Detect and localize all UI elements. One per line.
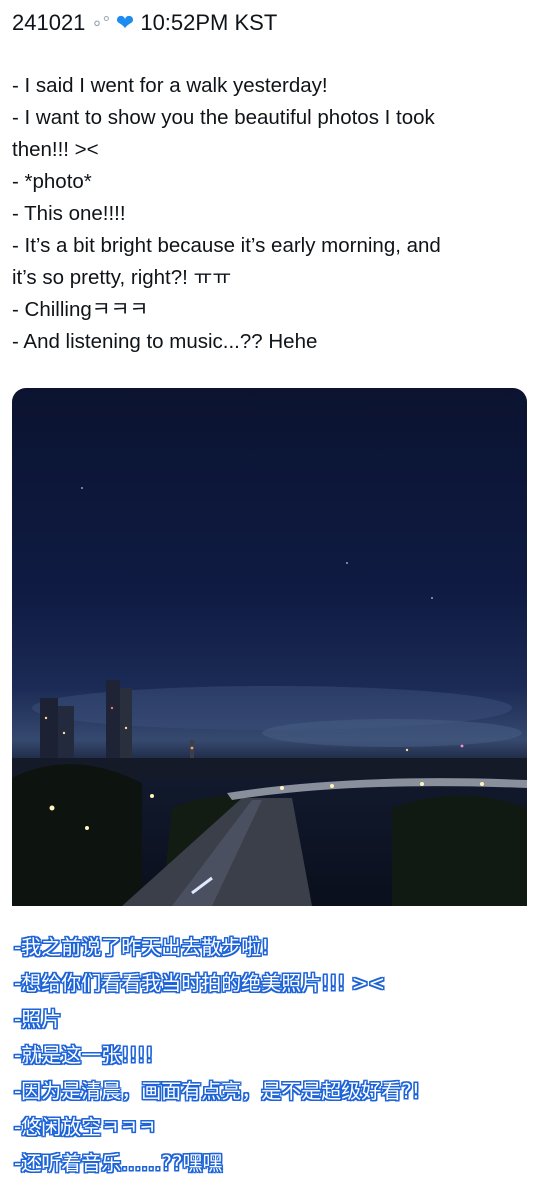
text-line: - Chillingㅋㅋㅋ	[12, 298, 149, 321]
text-line: - And listening to music...?? Hehe	[12, 330, 318, 353]
text-line: - I want to show you the beautiful photo…	[12, 106, 435, 129]
photo-illustration	[12, 487, 527, 906]
text-line: -还听着音乐……??嘿嘿	[14, 1151, 223, 1175]
text-line: then!!! ><	[12, 138, 99, 161]
text-line: - It’s a bit bright because it’s early m…	[12, 234, 441, 257]
text-line: - I said I went for a walk yesterday!	[12, 74, 328, 97]
text-line: -因为是清晨，画面有点亮，是不是超级好看?!	[14, 1079, 420, 1103]
text-line: - *photo*	[12, 170, 92, 193]
post-header: 241021 ∘° ❤ 10:52PM KST	[12, 8, 277, 38]
text-line: - This one!!!!	[12, 202, 126, 225]
blue-heart-icon: ❤	[115, 10, 135, 35]
text-line: -照片	[14, 1007, 62, 1031]
post-time: 10:52PM KST	[140, 10, 278, 35]
text-line: -想给你们看看我当时拍的绝美照片!!! ><	[14, 971, 386, 995]
text-line: -我之前说了昨天出去散步啦!	[14, 935, 270, 959]
chinese-translation: -我之前说了昨天出去散步啦! -想给你们看看我当时拍的绝美照片!!! >< -照…	[0, 906, 540, 1200]
bubbles-icon: ∘°	[91, 13, 110, 33]
english-translation: - I said I went for a walk yesterday! - …	[12, 70, 532, 358]
text-line: -悠闲放空ㅋㅋㅋ	[14, 1115, 157, 1139]
text-line: it’s so pretty, right?! ㅠㅠ	[12, 266, 232, 289]
text-line: -就是这一张!!!!	[14, 1043, 154, 1067]
night-city-photo[interactable]	[12, 388, 527, 906]
post-date: 241021	[12, 10, 86, 35]
